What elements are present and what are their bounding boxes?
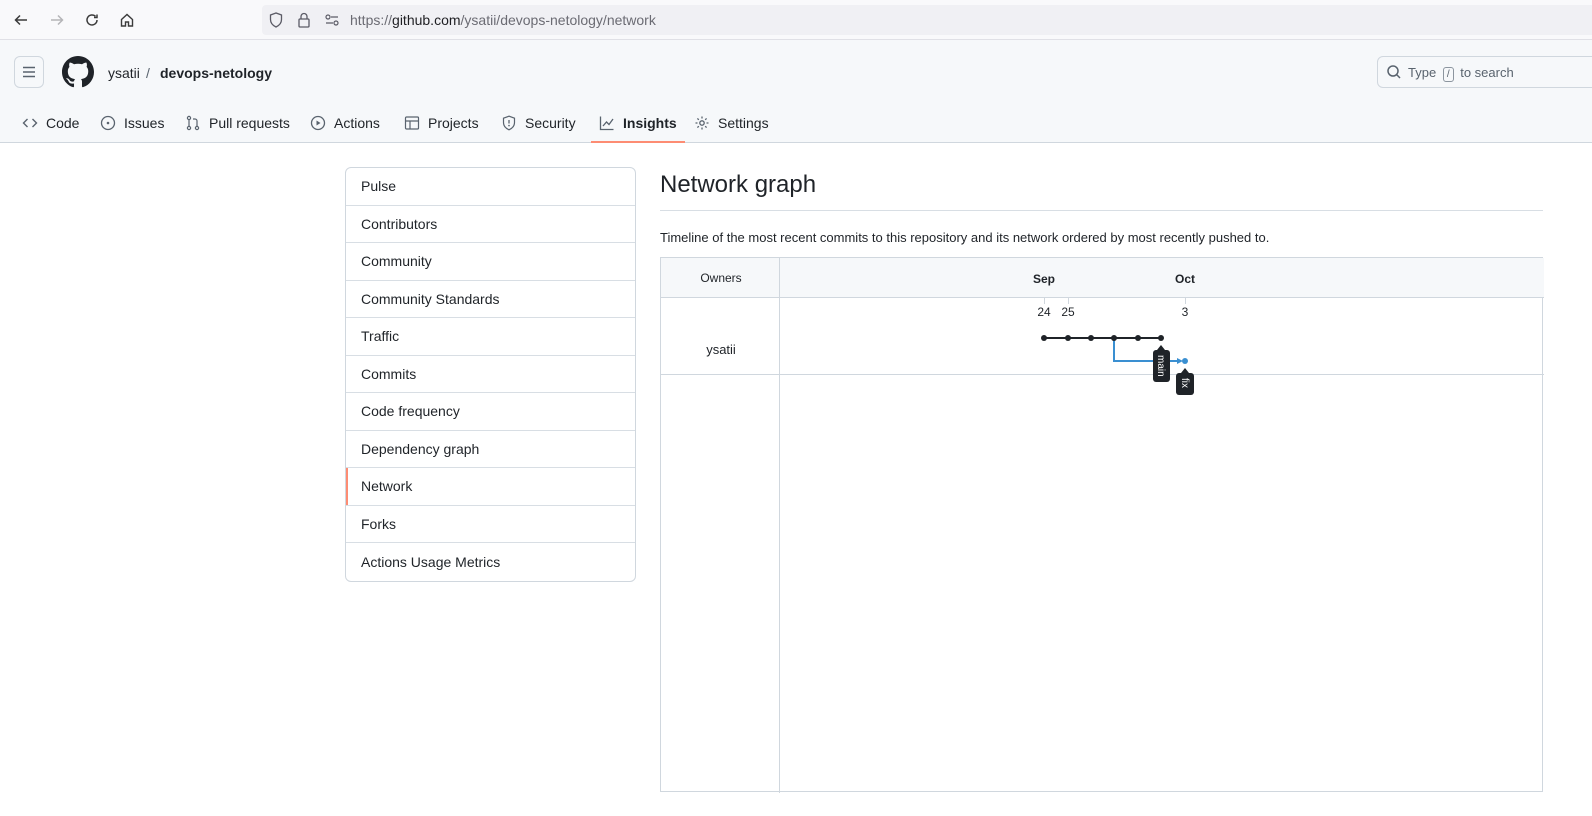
fix-branch-line [1113, 338, 1181, 362]
forward-icon[interactable] [45, 8, 69, 32]
owner-name[interactable]: ysatii [706, 342, 736, 357]
search-input[interactable]: Type / to search [1377, 56, 1592, 88]
url-scheme: https:// [350, 12, 393, 28]
fix-label-pointer [1181, 368, 1189, 373]
tab-issues-label: Issues [124, 114, 165, 131]
network-graph-canvas: Owners ysatii Sep Oct 24 25 3 main fix [661, 258, 1544, 793]
menu-item-community-standards[interactable]: Community Standards [346, 281, 635, 318]
search-shortcut-key: / [1442, 67, 1454, 82]
tracking-shield-icon[interactable] [268, 12, 284, 28]
page-description: Timeline of the most recent commits to t… [660, 230, 1270, 245]
main-branch-label: main [1155, 355, 1166, 377]
tab-security-label: Security [525, 114, 576, 131]
tab-actions[interactable]: Actions [310, 102, 380, 143]
lock-icon[interactable] [296, 12, 312, 28]
breadcrumb-separator: / [146, 65, 150, 81]
tab-projects-label: Projects [428, 114, 479, 131]
tab-projects[interactable]: Projects [404, 102, 479, 143]
menu-item-code-frequency[interactable]: Code frequency [346, 393, 635, 431]
menu-item-community[interactable]: Community [346, 243, 635, 281]
repo-header: ysatii / devops-netology Type / to searc… [0, 40, 1592, 143]
day-label: 3 [1182, 305, 1189, 319]
permissions-icon[interactable] [324, 12, 340, 28]
tab-issues[interactable]: Issues [100, 102, 164, 143]
menu-item-pulse[interactable]: Pulse [346, 168, 635, 206]
github-logo-icon[interactable] [62, 56, 94, 88]
url-path: /ysatii/devops-netology/network [460, 12, 656, 28]
commit-dot[interactable] [1135, 335, 1141, 341]
commit-dot[interactable] [1158, 335, 1164, 341]
hamburger-icon [23, 66, 35, 78]
commit-dot[interactable] [1111, 335, 1117, 341]
browser-toolbar: https://github.com/ysatii/devops-netolog… [0, 0, 1592, 40]
search-placeholder: Type / to search [1408, 65, 1514, 82]
back-icon[interactable] [9, 8, 33, 32]
menu-item-forks[interactable]: Forks [346, 506, 635, 543]
home-icon[interactable] [115, 8, 139, 32]
reload-icon[interactable] [80, 8, 104, 32]
breadcrumb-repo[interactable]: devops-netology [160, 65, 272, 81]
tab-code-label: Code [46, 114, 80, 131]
menu-item-traffic[interactable]: Traffic [346, 318, 635, 356]
tab-actions-label: Actions [334, 114, 380, 131]
repo-tabs: Code Issues Pull requests Actions Projec… [0, 102, 1592, 143]
title-divider [660, 210, 1543, 211]
search-icon [1387, 65, 1401, 79]
tab-settings[interactable]: Settings [694, 102, 769, 143]
owners-header: Owners [700, 271, 741, 285]
tab-pull-requests-label: Pull requests [209, 114, 290, 131]
tab-pull-requests[interactable]: Pull requests [185, 102, 290, 143]
breadcrumb-owner[interactable]: ysatii [108, 65, 140, 81]
commit-dot[interactable] [1088, 335, 1094, 341]
day-label: 24 [1037, 305, 1051, 319]
url-text: https://github.com/ysatii/devops-netolog… [350, 12, 656, 28]
month-label-oct: Oct [1175, 272, 1195, 286]
tab-insights[interactable]: Insights [591, 102, 685, 143]
commit-dot[interactable] [1041, 335, 1047, 341]
menu-item-network[interactable]: Network [346, 468, 635, 506]
gear-icon [694, 115, 710, 131]
tab-settings-label: Settings [718, 114, 769, 131]
search-suffix: to search [1460, 65, 1514, 80]
tab-code[interactable]: Code [22, 102, 79, 143]
search-prefix: Type [1408, 65, 1437, 80]
page-title: Network graph [660, 171, 817, 198]
play-icon [310, 115, 326, 131]
fix-branch-label: fix [1179, 378, 1190, 388]
menu-item-commits[interactable]: Commits [346, 356, 635, 393]
tab-security[interactable]: Security [501, 102, 576, 143]
main-label-pointer [1157, 345, 1165, 350]
table-icon [404, 115, 420, 131]
address-bar[interactable]: https://github.com/ysatii/devops-netolog… [262, 5, 1592, 35]
menu-item-dependency-graph[interactable]: Dependency graph [346, 431, 635, 468]
pull-request-icon [185, 115, 201, 131]
shield-icon [501, 115, 517, 131]
tab-insights-label: Insights [623, 114, 677, 131]
graph-icon [599, 115, 615, 131]
graph-header-background [661, 258, 1544, 297]
commit-dot[interactable] [1182, 358, 1188, 364]
menu-button[interactable] [14, 56, 44, 88]
menu-item-actions-usage-metrics[interactable]: Actions Usage Metrics [346, 543, 635, 581]
month-label-sep: Sep [1033, 272, 1055, 286]
commit-dot[interactable] [1065, 335, 1071, 341]
insights-menu: Pulse Contributors Community Community S… [345, 167, 636, 582]
network-graph[interactable]: Owners ysatii Sep Oct 24 25 3 main fix [660, 257, 1544, 793]
menu-item-contributors[interactable]: Contributors [346, 206, 635, 243]
day-label: 25 [1061, 305, 1075, 319]
url-host: github.com [392, 12, 461, 28]
issue-icon [100, 115, 116, 131]
code-icon [22, 115, 38, 131]
